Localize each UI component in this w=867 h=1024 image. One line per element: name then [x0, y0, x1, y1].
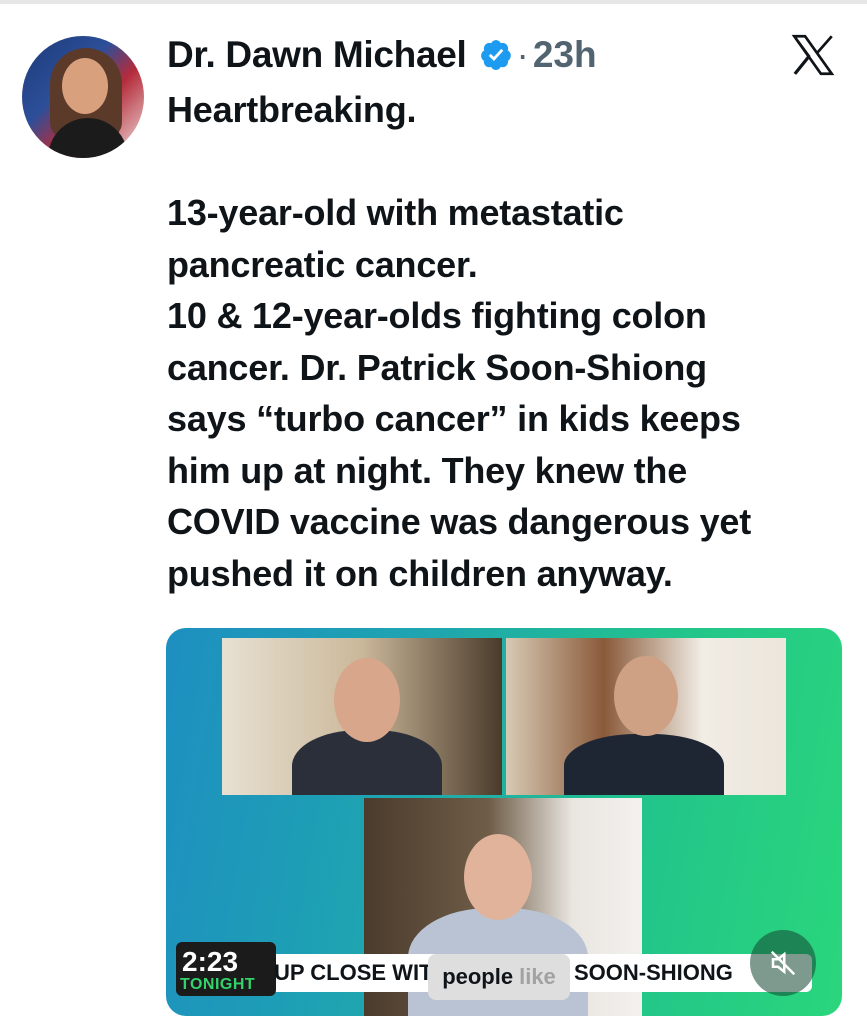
post-text-blank-line: [167, 136, 857, 188]
news-logo-text: TONIGHT: [180, 976, 256, 993]
post-text-line: cancer. Dr. Patrick Soon-Shiong: [167, 346, 707, 388]
mute-button[interactable]: [750, 930, 816, 996]
post-text-line: says “turbo cancer” in kids keeps: [167, 398, 741, 439]
ticker-text-right: SOON-SHIONG: [574, 960, 733, 985]
video-tile-1: [222, 638, 502, 795]
participant-head: [334, 658, 400, 742]
post-text-line: 10 & 12-year-olds fighting colon: [167, 295, 707, 336]
post-text: Heartbreaking. 13-year-old with metastat…: [167, 84, 857, 599]
post-text-line: COVID vaccine was dangerous yet: [167, 501, 752, 542]
header-separator: ·: [516, 34, 529, 75]
video-tile-2: [506, 638, 786, 795]
participant-body: [564, 734, 724, 795]
post-time[interactable]: 23h: [533, 34, 597, 76]
avatar-face: [62, 58, 108, 114]
ticker-text-left: UP CLOSE WIT: [274, 960, 433, 985]
post-text-line: pancreatic cancer.: [167, 243, 478, 285]
post-text-line: Heartbreaking.: [167, 89, 417, 130]
author-name[interactable]: Dr. Dawn Michael: [167, 34, 467, 76]
author-avatar[interactable]: [22, 36, 144, 158]
top-divider: [0, 0, 867, 4]
post-header: Dr. Dawn Michael · 23h: [167, 30, 597, 80]
post-text-line: 13-year-old with metastatic: [167, 192, 624, 233]
verified-badge-icon: [480, 40, 511, 71]
news-channel-logo: 2:23 TONIGHT: [176, 942, 276, 996]
participant-head: [614, 656, 678, 736]
post-text-line: pushed it on children anyway.: [167, 552, 673, 594]
video-player[interactable]: 2:23 TONIGHT UP CLOSE WIT people like SO…: [166, 628, 842, 1016]
video-duration: 2:23: [182, 946, 239, 977]
post-text-line: him up at night. They knew the: [167, 449, 688, 491]
people-like-pill[interactable]: people like: [428, 954, 570, 1000]
participant-head: [464, 834, 532, 920]
x-logo-icon[interactable]: [788, 30, 838, 80]
muted-speaker-icon: [770, 950, 796, 976]
pill-text-faded: like: [519, 964, 556, 989]
pill-text: people: [442, 964, 514, 989]
